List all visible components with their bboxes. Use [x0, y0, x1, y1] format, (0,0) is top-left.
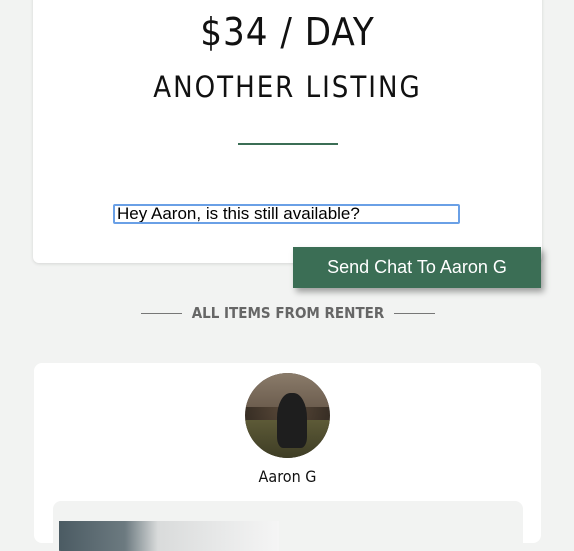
listing-title: ANOTHER LISTING: [153, 70, 422, 104]
renter-item-card[interactable]: [53, 501, 523, 551]
renter-name[interactable]: Aaron G: [34, 467, 541, 486]
avatar-figure: [277, 393, 307, 448]
send-chat-button[interactable]: Send Chat To Aaron G: [293, 247, 541, 288]
section-heading: ALL ITEMS FROM RENTER: [191, 304, 385, 322]
chat-message-input[interactable]: [113, 204, 460, 224]
listing-price: $34 / DAY: [200, 10, 375, 54]
renter-card: Aaron G: [34, 363, 541, 551]
listing-card: $34 / DAY ANOTHER LISTING: [33, 0, 542, 263]
divider-line-left: [141, 312, 182, 314]
title-divider: [238, 143, 338, 145]
section-divider: ALL ITEMS FROM RENTER: [141, 304, 435, 322]
divider-line-right: [394, 312, 435, 314]
renter-avatar[interactable]: [245, 373, 330, 458]
